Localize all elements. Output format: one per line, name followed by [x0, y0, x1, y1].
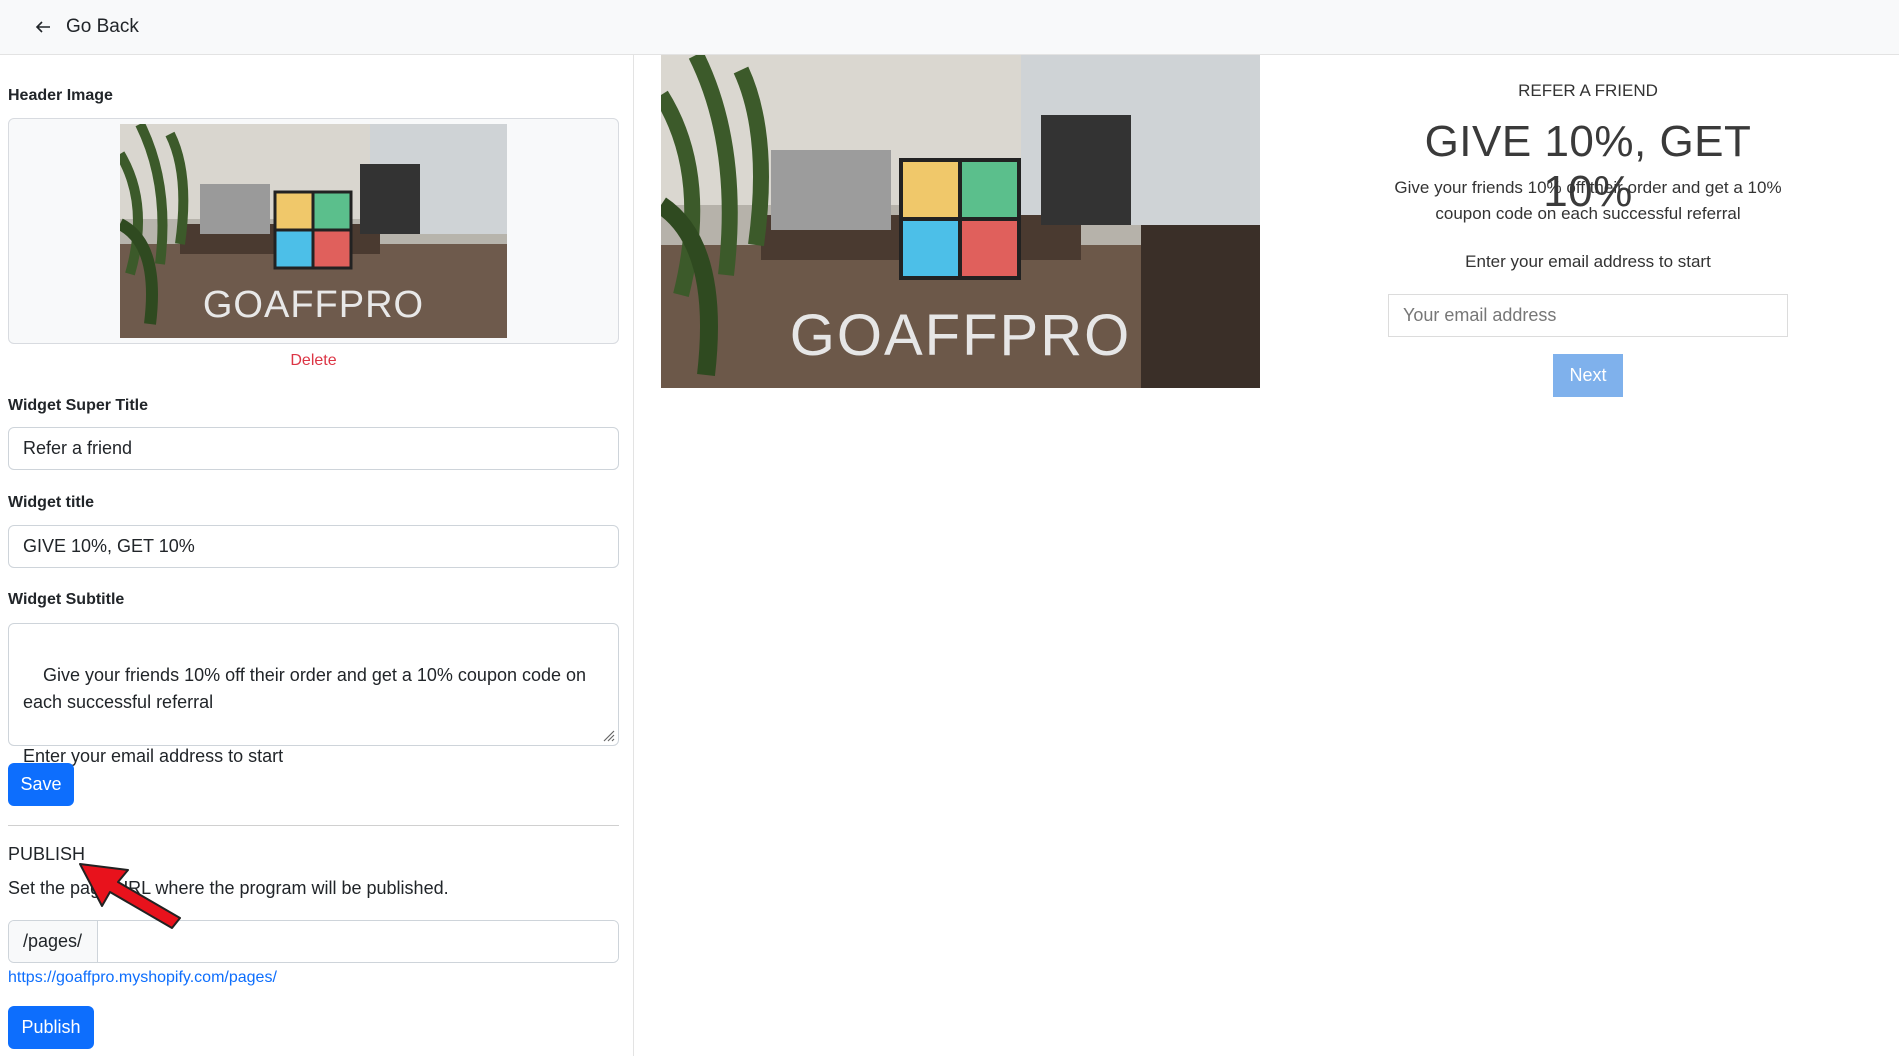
subtitle-text: Give your friends 10% off their order an…	[23, 665, 587, 766]
super-title-label: Widget Super Title	[8, 397, 149, 414]
widget-subtitle-textarea[interactable]: Give your friends 10% off their order an…	[8, 623, 619, 766]
widget-title-label: Widget title	[8, 494, 95, 511]
widget-subtitle-label: Widget Subtitle	[8, 591, 125, 608]
section-divider	[8, 825, 619, 826]
publish-button[interactable]: Publish	[8, 1006, 94, 1049]
editor-panel: Header Image GOAFFPRO Delete Widget Supe…	[0, 55, 634, 1056]
save-button[interactable]: Save	[8, 763, 74, 806]
preview-subtitle: Give your friends 10% off their order an…	[1394, 178, 1782, 223]
preview-email-input[interactable]: Your email address	[1388, 294, 1788, 337]
preview-super-title: REFER A FRIEND	[1518, 81, 1658, 100]
widget-title-input[interactable]: GIVE 10%, GET 10%	[8, 525, 619, 568]
header-image-frame: GOAFFPRO	[8, 118, 619, 344]
delete-image-link[interactable]: Delete	[0, 352, 627, 370]
publish-description: Set the page URL where the program will …	[8, 878, 449, 898]
publish-heading: PUBLISH	[8, 844, 86, 864]
super-title-input[interactable]: Refer a friend	[8, 427, 619, 470]
header-image-label: Header Image	[8, 87, 113, 104]
published-url-link[interactable]: https://goaffpro.myshopify.com/pages/	[8, 969, 277, 987]
preview-next-button[interactable]: Next	[1553, 354, 1623, 397]
preview-logo-text: GOAFFPRO	[789, 303, 1132, 368]
preview-header-image: GOAFFPRO	[661, 55, 1260, 388]
go-back-link[interactable]: Go Back	[34, 16, 139, 38]
top-bar: Go Back	[0, 0, 1899, 55]
go-back-label: Go Back	[66, 16, 139, 37]
annotation-arrow-icon	[79, 863, 181, 929]
arrow-left-icon	[35, 21, 50, 33]
header-image-thumbnail: GOAFFPRO	[120, 124, 507, 338]
resize-handle-icon[interactable]	[601, 728, 615, 742]
preview-prompt: Enter your email address to start	[1465, 252, 1711, 271]
header-image-logo-text: GOAFFPRO	[202, 284, 425, 326]
